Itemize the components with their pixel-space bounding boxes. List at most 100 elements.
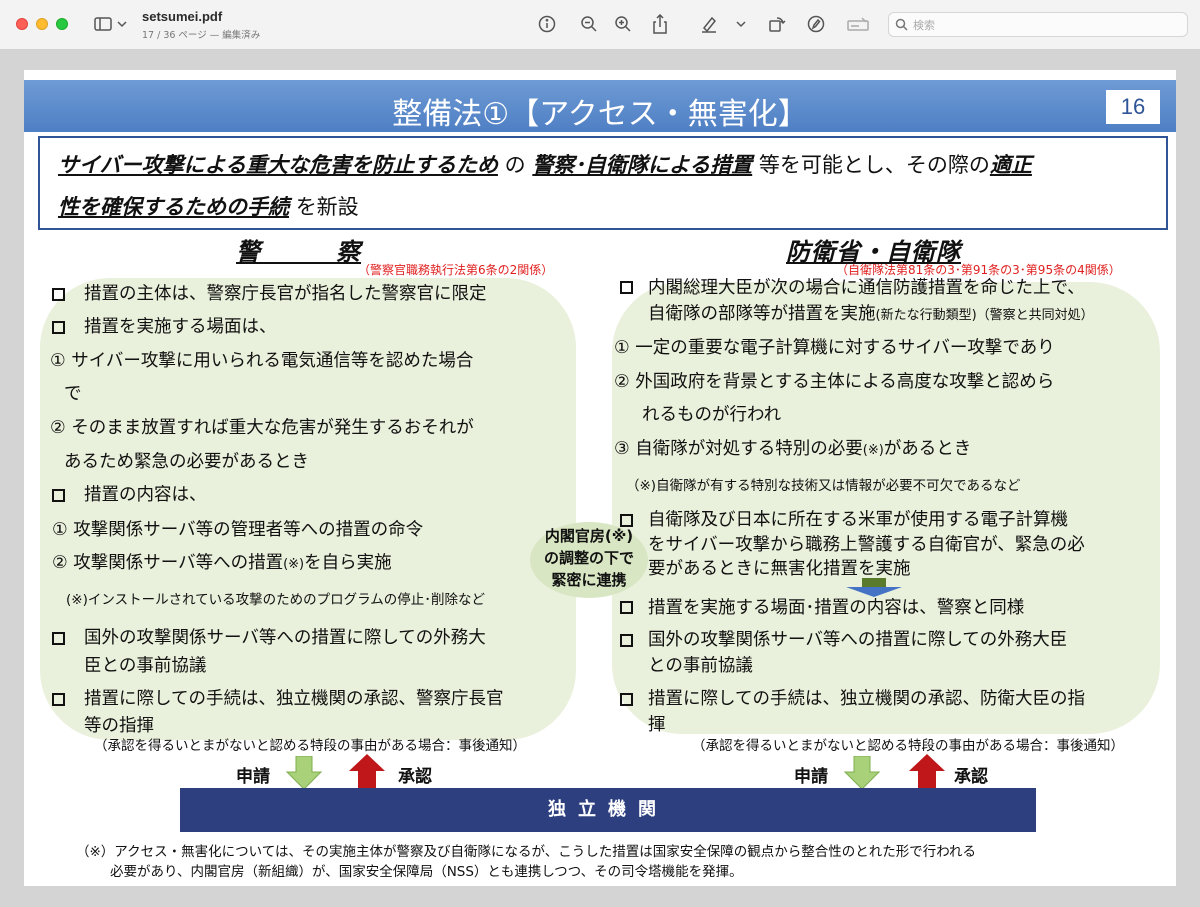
sdf-item-text: 揮: [648, 715, 666, 735]
police-item-text: 国外の攻撃関係サーバ等への措置に際しての外務大: [84, 628, 486, 648]
zoom-out-icon: [581, 16, 597, 32]
police-item-text: 措置の主体は、警察庁長官が指名した警察官に限定: [84, 284, 487, 304]
sdf-note: （承認を得るいとまがないと認める特段の事由がある場合：事後通知）: [692, 738, 1124, 754]
zoom-in-icon: [615, 16, 631, 32]
search-input[interactable]: [913, 15, 1173, 35]
sdf-item-text: 自衛隊及び日本に所在する米軍が使用する電子計算機: [648, 510, 1068, 530]
summary-text: を新設: [295, 195, 359, 219]
police-item-text: 措置に際しての手続は、独立機関の承認、警察庁長官: [84, 689, 504, 709]
police-item-text: 臣との事前協議: [84, 656, 207, 676]
info-button[interactable]: [536, 12, 558, 36]
police-item-text: ① 攻撃関係サーバ等の管理者等への措置の命令: [52, 520, 424, 540]
sdf-item-text: ② 外国政府を背景とする主体による高度な攻撃と認めら: [614, 372, 1055, 392]
close-window-button[interactable]: [16, 18, 28, 30]
sdf-item-text: 自衛隊の部隊等が措置を実施: [648, 304, 876, 324]
zoom-in-button[interactable]: [612, 12, 634, 36]
summary-text: 警察･自衛隊による措置: [532, 153, 753, 177]
note-mark: (※): [862, 443, 884, 458]
sdf-item-text: 要があるときに無害化措置を実施: [648, 559, 911, 579]
up-arrow-icon: [349, 754, 385, 788]
bullet-square-icon: [620, 601, 633, 614]
bullet-square-icon: [52, 321, 65, 334]
bullet-square-icon: [52, 632, 65, 645]
sidebar-menu-button[interactable]: [116, 12, 128, 36]
rotate-button[interactable]: [766, 12, 788, 36]
coordination-text: の調整の下で: [543, 549, 634, 567]
sdf-item-text: 内閣総理大臣が次の場合に通信防護措置を命じた上で、: [648, 278, 1085, 298]
note-mark: (※): [283, 557, 305, 572]
sdf-item-text: との事前協議: [648, 656, 753, 676]
police-item-text: ② 攻撃関係サーバ等への措置(※)を自ら実施: [52, 549, 392, 574]
footnote: （※）アクセス・無害化については、その実施主体が警察及び自衛隊になるが、こうした…: [76, 844, 977, 860]
slide-page-number: 16: [1106, 90, 1160, 124]
sdf-item-text: ③ 自衛隊が対処する特別の必要(※)があるとき: [614, 435, 971, 460]
bullet-square-icon: [620, 634, 633, 647]
police-item-text: ② 攻撃関係サーバ等への措置: [52, 553, 284, 573]
slide-title-banner: 整備法①【アクセス・無害化】 16: [24, 80, 1176, 132]
down-arrow-icon: [286, 756, 322, 790]
sdf-item-text: 措置を実施する場面･措置の内容は、警察と同様: [648, 598, 1025, 618]
sdf-item-text: ③ 自衛隊が対処する特別の必要: [614, 439, 863, 459]
zoom-out-button[interactable]: [578, 12, 600, 36]
sdf-item-text: 措置に際しての手続は、独立機関の承認、防衛大臣の指: [648, 689, 1085, 709]
police-item-text: 措置を実施する場面は、: [84, 317, 277, 337]
sdf-item-text: (新たな行動類型): [875, 308, 977, 323]
bullet-square-icon: [52, 693, 65, 706]
summary-box: サイバー攻撃による重大な危害を防止するため の 警察･自衛隊による措置 等を可能…: [38, 136, 1168, 230]
slide-title: 整備法①【アクセス・無害化】: [392, 97, 808, 132]
summary-text: サイバー攻撃による重大な危害を防止するため: [58, 153, 498, 177]
apply-label-right: 申請: [794, 767, 828, 787]
highlighter-icon: [702, 16, 717, 33]
sdf-item-text: 自衛隊の部隊等が措置を実施(新たな行動類型)（警察と共同対処）: [648, 300, 1094, 325]
sdf-item-text: （警察と共同対処）: [976, 308, 1094, 323]
sidebar-toggle-button[interactable]: [92, 12, 114, 36]
police-item-text: で: [64, 384, 82, 404]
bullet-square-icon: [52, 489, 65, 502]
zoom-window-button[interactable]: [56, 18, 68, 30]
apply-label-left: 申請: [236, 767, 270, 787]
form-fill-button[interactable]: [846, 12, 870, 36]
rotate-icon: [769, 17, 786, 32]
sdf-item-text: 国外の攻撃関係サーバ等への措置に際しての外務大臣: [648, 630, 1068, 650]
summary-text: 等を可能とし、その際の: [758, 153, 990, 177]
chevron-down-icon: [736, 21, 746, 28]
summary-text: 性を確保するための手続: [58, 195, 289, 219]
police-item-text: ② そのまま放置すれば重大な危害が発生するおそれが: [50, 418, 474, 438]
sdf-note: （※)自衛隊が有する特別な技術又は情報が必要不可欠であるなど: [626, 478, 1021, 494]
police-heading: 警 察: [236, 238, 361, 266]
police-note: (※)インストールされている攻撃のためのプログラムの停止･削除など: [66, 592, 486, 608]
window-toolbar: setsumei.pdf 17 / 36 ページ — 編集済み: [0, 0, 1200, 50]
up-arrow-icon: [909, 754, 945, 788]
bullet-square-icon: [620, 281, 633, 294]
footnote: 必要があり、内閣官房（新組織）が、国家安全保障局（NSS）とも連携しつつ、その司…: [110, 864, 743, 880]
form-fill-icon: [847, 17, 869, 31]
highlight-button[interactable]: [698, 12, 720, 36]
info-icon: [538, 15, 556, 33]
search-field[interactable]: [888, 12, 1188, 37]
independent-body-bar: 独立機関: [180, 788, 1036, 832]
summary-text: の: [504, 153, 526, 177]
sdf-item-text: があるとき: [883, 439, 972, 459]
sidebar-icon: [94, 17, 112, 31]
police-item-text: あるため緊急の必要があるとき: [64, 452, 309, 472]
chevron-down-icon: [117, 21, 127, 28]
markup-button[interactable]: [805, 12, 827, 36]
approve-label-right: 承認: [954, 767, 988, 787]
pdf-page: 整備法①【アクセス・無害化】 16 サイバー攻撃による重大な危害を防止するため …: [24, 70, 1176, 886]
bullet-square-icon: [620, 693, 633, 706]
police-note: （承認を得るいとまがないと認める特段の事由がある場合：事後通知）: [94, 738, 526, 754]
police-item-text: を自ら実施: [304, 553, 392, 573]
approve-label-left: 承認: [398, 767, 432, 787]
share-button[interactable]: [649, 12, 671, 36]
highlight-menu-button[interactable]: [734, 12, 748, 36]
coordination-label: 内閣官房(※) の調整の下で 緊密に連携: [530, 525, 648, 591]
down-arrow-icon: [844, 756, 880, 790]
minimize-window-button[interactable]: [36, 18, 48, 30]
sdf-item-text: をサイバー攻撃から職務上警護する自衛官が、緊急の必: [648, 535, 1085, 555]
summary-text: 適正: [989, 153, 1032, 177]
police-item-text: 措置の内容は、: [84, 485, 207, 505]
share-icon: [653, 14, 667, 34]
police-law-reference: （警察官職務執行法第6条の2関係）: [358, 263, 554, 277]
document-subtitle: 17 / 36 ページ — 編集済み: [142, 30, 261, 41]
coordination-text: 内閣官房(※): [544, 527, 634, 545]
